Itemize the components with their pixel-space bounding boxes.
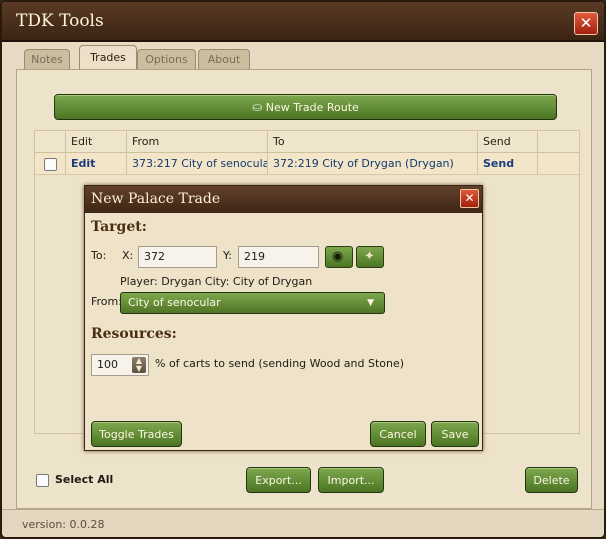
eye-icon: ◉	[332, 249, 344, 264]
select-all-checkbox[interactable]	[36, 474, 49, 487]
stepper-icon[interactable]: ▲ ▼	[132, 357, 146, 373]
new-trade-route-label: New Trade Route	[265, 101, 359, 114]
window-title: TDK Tools	[16, 11, 104, 31]
percent-carts-stepper[interactable]: 100 ▲ ▼	[91, 354, 149, 376]
row-from: 373:217 City of senocular	[126, 153, 267, 174]
export-button[interactable]: Export...	[246, 467, 311, 493]
status-footer: version: 0.0.28	[2, 509, 604, 537]
close-icon: ✕	[464, 191, 475, 205]
route-icon: ⛀	[252, 100, 263, 114]
new-trade-route-button[interactable]: ⛀ New Trade Route	[54, 94, 557, 120]
row-spacer	[537, 153, 579, 174]
version-label: version: 0.0.28	[22, 518, 105, 531]
from-city-select[interactable]: City of senocular ▼	[120, 292, 385, 314]
tab-options[interactable]: Options	[137, 49, 196, 69]
delete-button[interactable]: Delete	[525, 467, 578, 493]
save-button[interactable]: Save	[431, 421, 479, 447]
header-from: From	[126, 131, 267, 152]
x-coordinate-field[interactable]: 372	[138, 246, 217, 268]
header-spacer	[537, 131, 579, 152]
row-send-link[interactable]: Send	[477, 153, 537, 174]
tab-about[interactable]: About	[198, 49, 250, 69]
table-header: Edit From To Send	[35, 131, 579, 153]
import-button[interactable]: Import...	[318, 467, 384, 493]
window-close-button[interactable]: ✕	[574, 12, 598, 35]
tdk-tools-window: TDK Tools ✕ Notes Trades Options About ⛀…	[0, 0, 606, 539]
row-select-cell[interactable]	[35, 153, 65, 174]
percent-carts-value: 100	[97, 358, 118, 371]
dialog-title: New Palace Trade	[91, 191, 221, 207]
dialog-titlebar: New Palace Trade ✕	[85, 186, 482, 213]
to-label: To:	[91, 249, 107, 262]
target-heading: Target:	[91, 219, 147, 235]
row-to: 372:219 City of Drygan (Drygan)	[267, 153, 477, 174]
view-target-button[interactable]: ◉	[325, 246, 353, 268]
cancel-button[interactable]: Cancel	[370, 421, 426, 447]
new-palace-trade-dialog: New Palace Trade ✕ Target: To: X: 372 Y:…	[84, 185, 483, 451]
header-edit: Edit	[65, 131, 126, 152]
player-city-info: Player: Drygan City: City of Drygan	[120, 275, 313, 288]
carts-description: % of carts to send (sending Wood and Sto…	[155, 357, 405, 370]
close-icon: ✕	[579, 14, 593, 32]
window-titlebar: TDK Tools ✕	[2, 2, 604, 42]
chevron-down-icon: ▼	[367, 298, 374, 308]
y-label: Y:	[223, 249, 232, 262]
header-to: To	[267, 131, 477, 152]
tab-trades[interactable]: Trades	[79, 45, 137, 70]
header-send: Send	[477, 131, 537, 152]
y-coordinate-field[interactable]: 219	[238, 246, 319, 268]
row-checkbox[interactable]	[44, 158, 57, 171]
toggle-trades-button[interactable]: Toggle Trades	[91, 421, 182, 447]
select-all-label[interactable]: Select All	[55, 473, 113, 486]
x-label: X:	[122, 249, 134, 262]
map-icon: ✦	[364, 249, 375, 264]
row-edit-link[interactable]: Edit	[65, 153, 126, 174]
show-on-map-button[interactable]: ✦	[356, 246, 384, 268]
header-check	[35, 131, 65, 152]
dialog-close-button[interactable]: ✕	[460, 189, 479, 208]
resources-heading: Resources:	[91, 326, 177, 342]
table-row[interactable]: Edit 373:217 City of senocular 372:219 C…	[35, 153, 579, 175]
tab-notes[interactable]: Notes	[24, 49, 70, 69]
from-city-value: City of senocular	[128, 296, 221, 309]
from-label: From:	[91, 295, 122, 308]
